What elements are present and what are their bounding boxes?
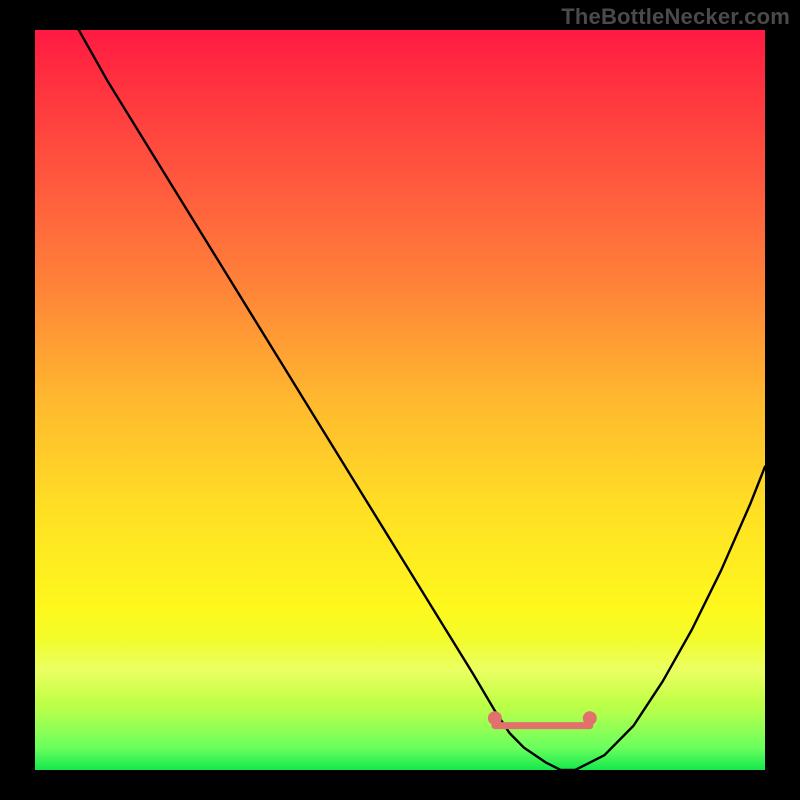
plot-area [35,30,765,770]
chart-frame: TheBottleNecker.com [0,0,800,800]
optimal-marker-left [488,711,502,725]
watermark-text: TheBottleNecker.com [561,4,790,30]
curve-svg [35,30,765,770]
bottleneck-curve [79,30,765,770]
optimal-marker-right [583,711,597,725]
